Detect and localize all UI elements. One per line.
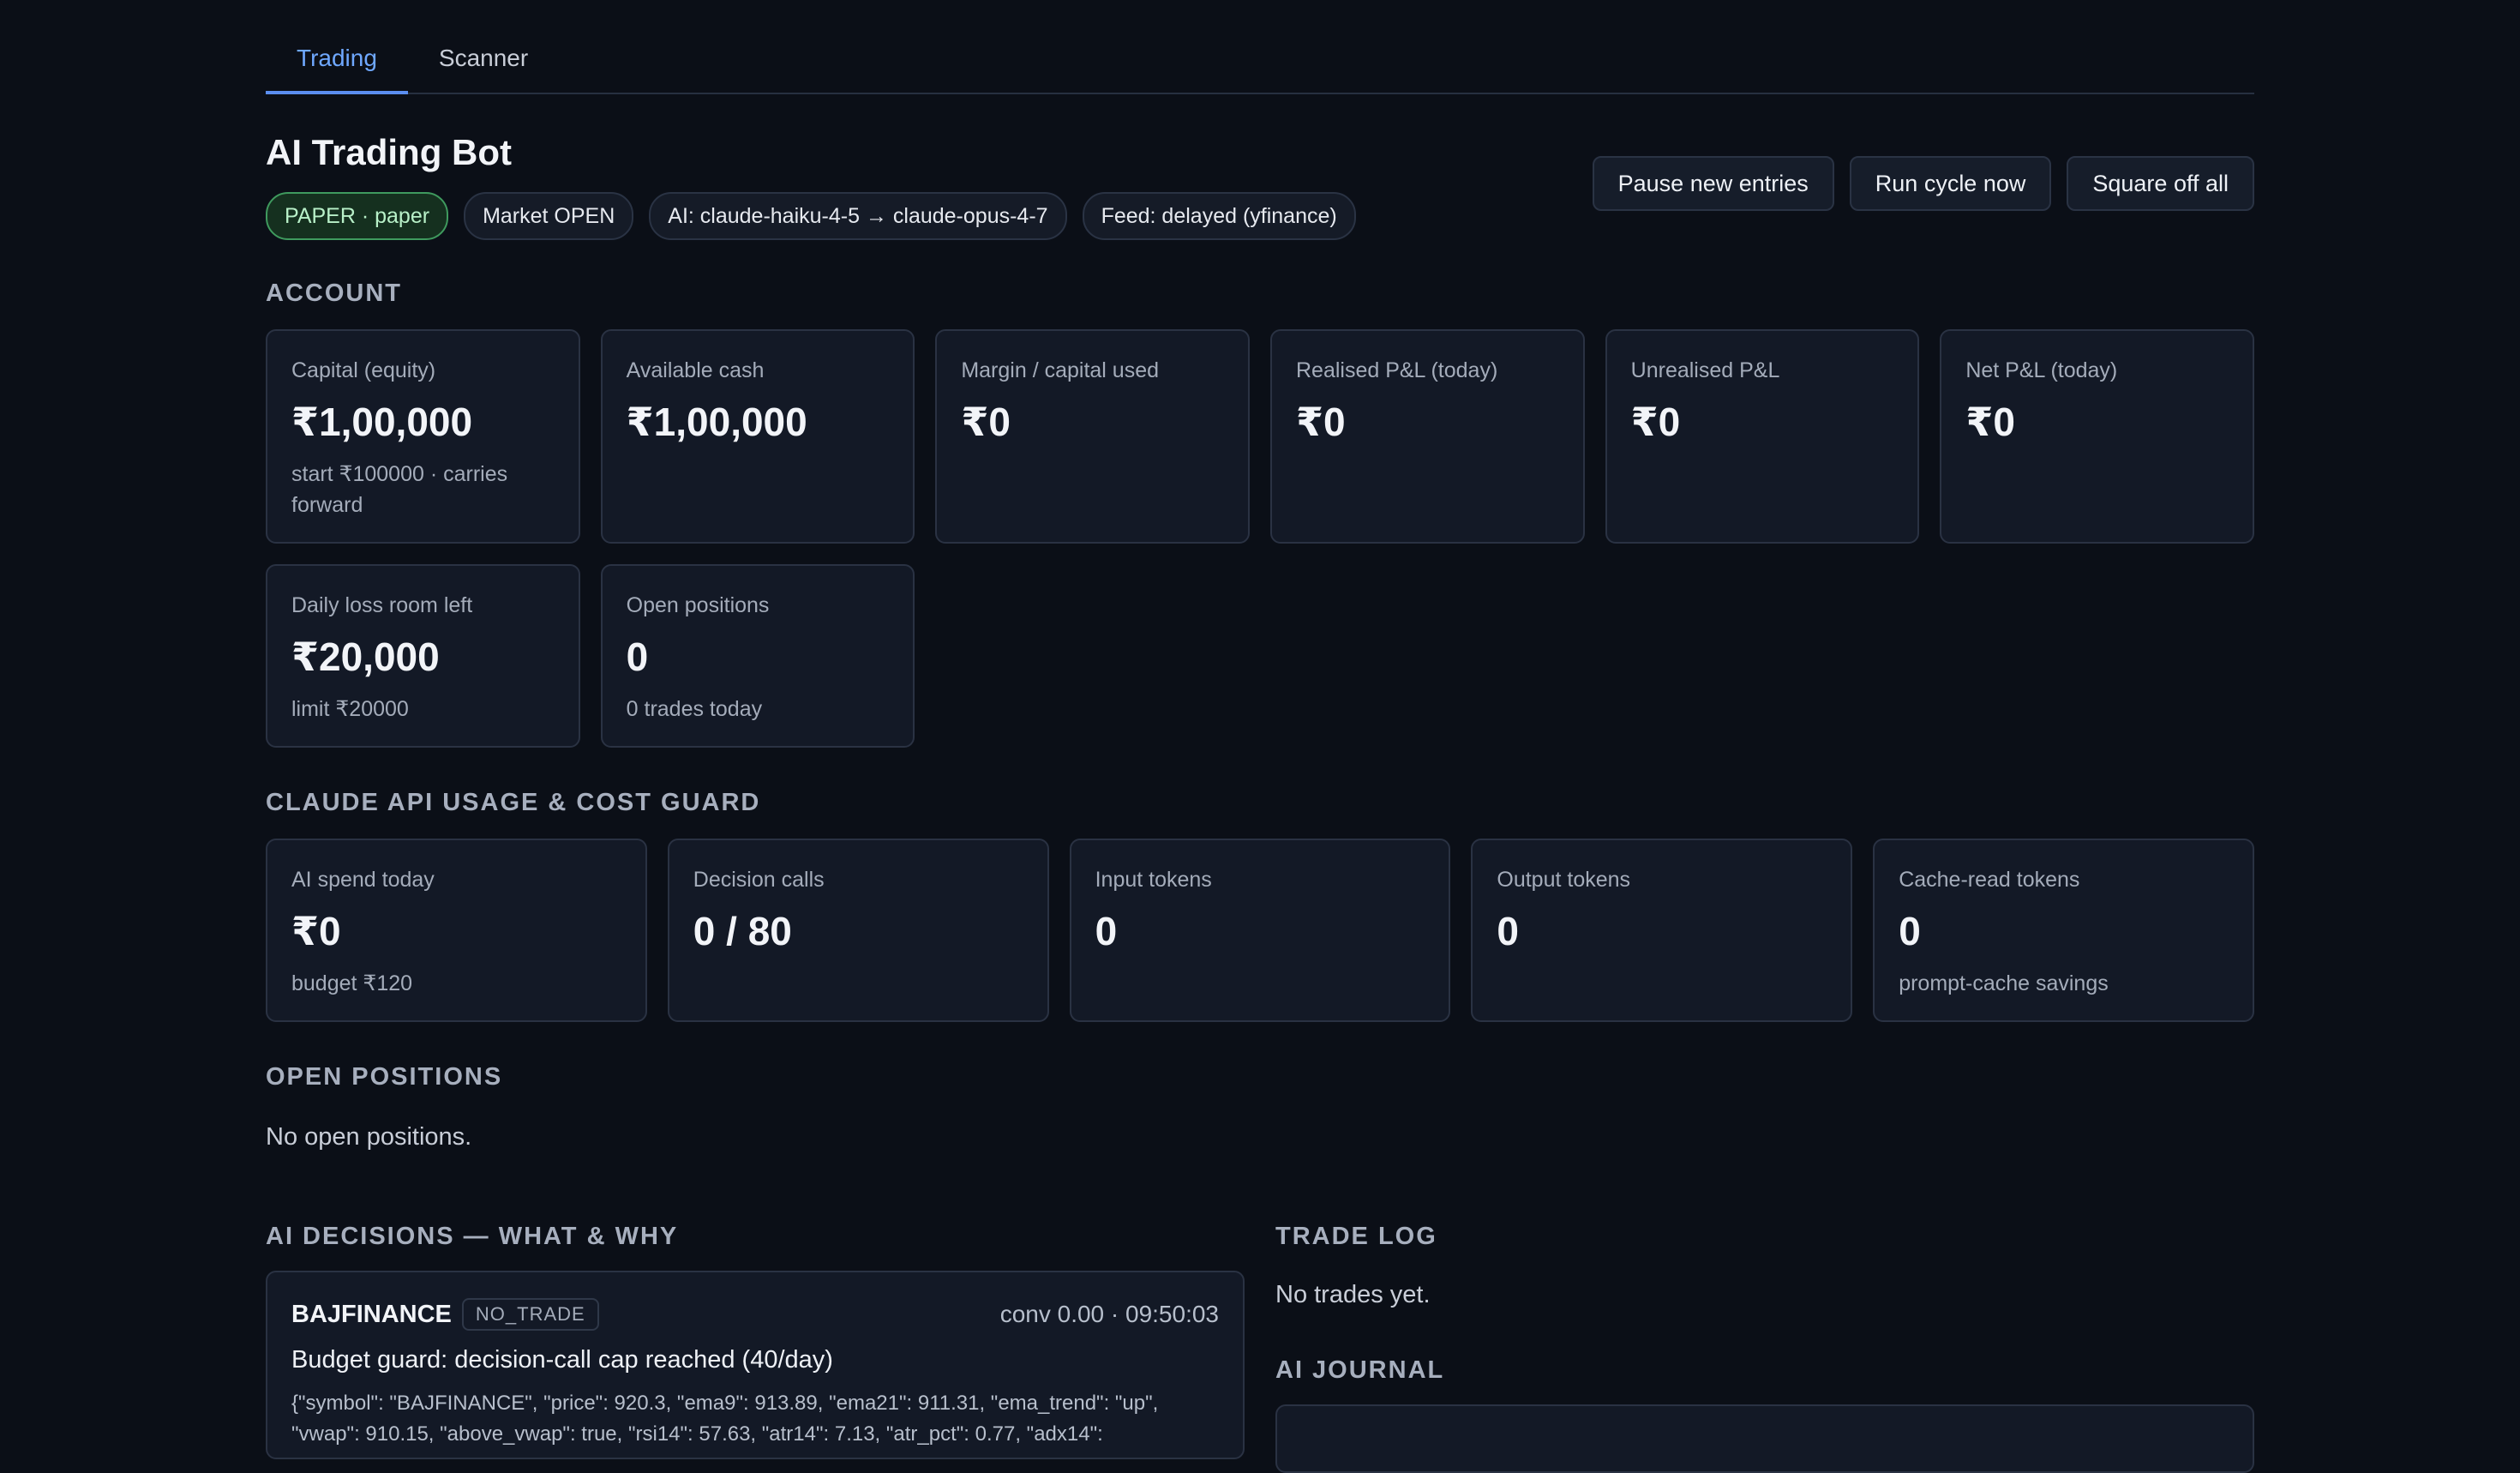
usage-card-decision-calls: Decision calls 0 / 80	[667, 839, 1049, 1022]
metric-value: 0	[626, 634, 649, 679]
metric-value: ₹0	[1295, 400, 1346, 444]
metric-label: Daily loss room left	[291, 593, 473, 617]
account-section: Capital (equity) ₹1,00,000 start ₹100000…	[266, 329, 2254, 748]
square-off-button[interactable]: Square off all	[2067, 156, 2254, 211]
header-actions: Pause new entries Run cycle now Square o…	[1592, 156, 2254, 211]
metric-value: 0	[1497, 909, 1519, 953]
positions-empty-message: No open positions.	[266, 1123, 472, 1151]
pause-entries-button[interactable]: Pause new entries	[1592, 156, 1834, 211]
journal-panel	[1275, 1404, 2254, 1473]
metric-sub: limit ₹20000	[291, 697, 409, 721]
metric-value: ₹0	[1630, 400, 1681, 444]
feed-badge: Feed: delayed (yfinance)	[1082, 192, 1356, 240]
tab-scanner[interactable]: Scanner	[408, 45, 559, 93]
positions-section-title: OPEN POSITIONS	[266, 1063, 503, 1091]
metric-card-net-pnl: Net P&L (today) ₹0	[1940, 329, 2254, 544]
usage-card-output-tokens: Output tokens 0	[1471, 839, 1853, 1022]
metric-value: 0	[1899, 909, 1921, 953]
metric-label: Input tokens	[1095, 868, 1212, 892]
usage-card-cache-read-tokens: Cache-read tokens 0 prompt-cache savings	[1873, 839, 2254, 1022]
run-cycle-button[interactable]: Run cycle now	[1849, 156, 2052, 211]
tab-trading[interactable]: Trading	[266, 45, 408, 94]
market-status-badge: Market OPEN	[464, 192, 634, 240]
usage-cards: AI spend today ₹0 budget ₹120 Decision c…	[266, 839, 2254, 1022]
metric-label: Margin / capital used	[961, 358, 1160, 382]
metric-card-margin-used: Margin / capital used ₹0	[935, 329, 1250, 544]
decision-symbol: BAJFINANCE	[291, 1300, 452, 1328]
metric-value: ₹0	[291, 909, 341, 953]
trade-log-section-title: TRADE LOG	[1275, 1223, 1437, 1250]
page-title: AI Trading Bot	[266, 132, 512, 172]
metric-value: ₹20,000	[291, 634, 440, 679]
metric-card-open-positions: Open positions 0 0 trades today	[600, 564, 915, 748]
metric-card-realised-pnl: Realised P&L (today) ₹0	[1269, 329, 1585, 544]
metric-sub: budget ₹120	[291, 971, 413, 995]
metric-value: ₹1,00,000	[626, 400, 807, 444]
metric-label: Open positions	[626, 593, 770, 617]
status-badges: PAPER · paper Market OPEN AI: claude-hai…	[266, 192, 1356, 240]
metric-label: Net P&L (today)	[1965, 358, 2118, 382]
usage-card-ai-spend: AI spend today ₹0 budget ₹120	[266, 839, 647, 1022]
metric-card-daily-loss-room: Daily loss room left ₹20,000 limit ₹2000…	[266, 564, 580, 748]
metric-value: ₹1,00,000	[291, 400, 473, 444]
metric-sub: prompt-cache savings	[1899, 971, 2109, 995]
account-cards: Capital (equity) ₹1,00,000 start ₹100000…	[266, 329, 2254, 748]
tab-bar: Trading Scanner	[266, 0, 2254, 94]
usage-section-title: CLAUDE API USAGE & COST GUARD	[266, 789, 761, 816]
account-section-title: ACCOUNT	[266, 280, 402, 307]
usage-section: AI spend today ₹0 budget ₹120 Decision c…	[266, 839, 2254, 1022]
metric-label: AI spend today	[291, 868, 435, 892]
dashboard: Trading Scanner AI Trading Bot PAPER · p…	[266, 0, 2254, 1473]
ai-model-badge: AI: claude-haiku-4-5 → claude-opus-4-7	[649, 192, 1067, 240]
metric-card-capital: Capital (equity) ₹1,00,000 start ₹100000…	[266, 329, 580, 544]
metric-value: 0 / 80	[693, 909, 792, 953]
decision-reason: Budget guard: decision-call cap reached …	[291, 1346, 833, 1374]
metric-label: Available cash	[626, 358, 765, 382]
metric-card-available-cash: Available cash ₹1,00,000	[600, 329, 915, 544]
metric-label: Unrealised P&L	[1630, 358, 1780, 382]
decision-payload: {"symbol": "BAJFINANCE", "price": 920.3,…	[291, 1392, 1159, 1446]
metric-value: 0	[1095, 909, 1118, 953]
decisions-section-title: AI DECISIONS — WHAT & WHY	[266, 1223, 679, 1250]
usage-card-input-tokens: Input tokens 0	[1069, 839, 1451, 1022]
metric-value: ₹0	[961, 400, 1011, 444]
page-header: AI Trading Bot PAPER · paper Market OPEN…	[266, 94, 2254, 245]
decision-meta: conv 0.00 · 09:50:03	[999, 1301, 1219, 1327]
metric-value: ₹0	[1965, 400, 2015, 444]
mode-badge: PAPER · paper	[266, 192, 449, 240]
journal-section-title: AI JOURNAL	[1275, 1356, 1445, 1384]
metric-label: Output tokens	[1497, 868, 1631, 892]
metric-sub: start ₹100000 · carries forward	[291, 462, 508, 517]
metric-label: Realised P&L (today)	[1295, 358, 1498, 382]
decision-header: BAJFINANCE NO_TRADE conv 0.00 · 09:50:03	[291, 1298, 1219, 1331]
decision-card[interactable]: BAJFINANCE NO_TRADE conv 0.00 · 09:50:03…	[266, 1271, 1245, 1459]
trade-log-empty-message: No trades yet.	[1275, 1281, 1431, 1308]
metric-label: Cache-read tokens	[1899, 868, 2080, 892]
metric-card-unrealised-pnl: Unrealised P&L ₹0	[1605, 329, 1920, 544]
decision-action-tag: NO_TRADE	[461, 1298, 599, 1331]
metric-label: Capital (equity)	[291, 358, 436, 382]
metric-sub: 0 trades today	[626, 697, 763, 721]
metric-label: Decision calls	[693, 868, 825, 892]
